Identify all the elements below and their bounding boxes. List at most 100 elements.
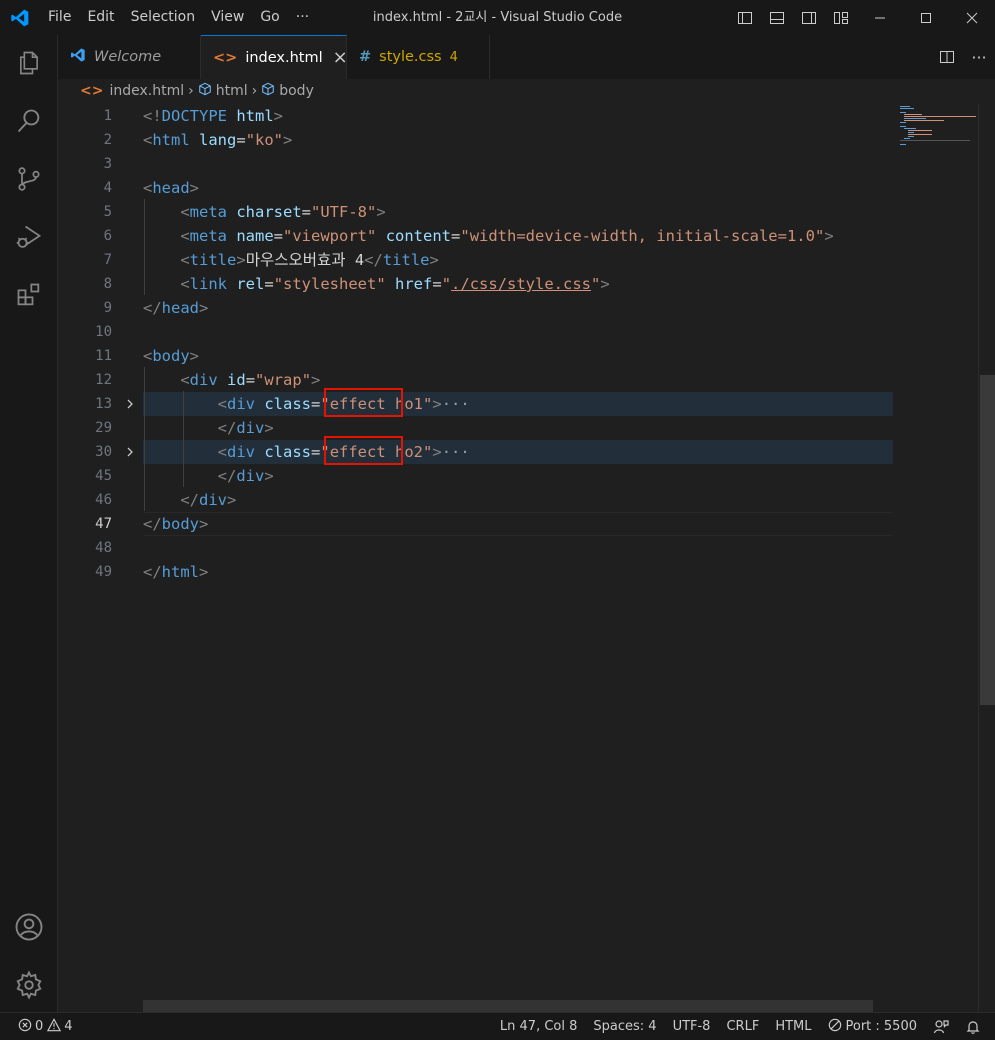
breadcrumb-file[interactable]: index.html <box>109 83 184 99</box>
accounts-icon[interactable] <box>0 903 58 951</box>
manage-gear-icon[interactable] <box>0 961 58 1009</box>
source-control-icon[interactable] <box>0 155 58 203</box>
chevron-right-icon: › <box>251 83 258 99</box>
code-line[interactable]: <div class="effect ho1">··· <box>143 392 470 416</box>
code-area[interactable]: <!DOCTYPE html> <html lang="ko"> <head> <m… <box>143 103 893 1012</box>
line-number: 48 <box>95 540 112 556</box>
breadcrumb-html[interactable]: html <box>216 83 248 99</box>
menu-edit[interactable]: Edit <box>79 0 122 35</box>
code-editor[interactable]: 1 2 3 4 5 6 7 8 9 10 11 12 13 29 30 45 46 47 48 49 <!DOCTYP… <box>58 103 995 1012</box>
code-line[interactable]: <link rel="stylesheet" href="./css/style… <box>143 272 609 296</box>
fold-chevron-right-icon[interactable] <box>122 392 138 416</box>
split-editor-icon[interactable] <box>931 40 963 75</box>
menu-selection[interactable]: Selection <box>123 0 204 35</box>
run-debug-icon[interactable] <box>0 213 58 261</box>
error-icon <box>18 1018 32 1036</box>
tab-label: style.css <box>379 49 442 65</box>
customize-layout-icon[interactable] <box>825 0 857 35</box>
line-number: 6 <box>103 228 112 244</box>
annotation-box <box>324 388 403 417</box>
tab-label: Welcome <box>94 49 162 65</box>
title-bar: File Edit Selection View Go ··· index.ht… <box>0 0 995 35</box>
close-window-icon[interactable] <box>949 0 995 35</box>
line-number: 4 <box>103 180 112 196</box>
line-number: 3 <box>103 156 112 172</box>
code-line[interactable]: </head> <box>143 296 208 320</box>
code-line[interactable]: <div class="effect ho2">··· <box>143 440 470 464</box>
code-line[interactable]: <meta charset="UTF-8"> <box>143 200 385 224</box>
line-number: 47 <box>95 516 112 532</box>
cube-icon <box>261 82 275 100</box>
language-mode[interactable]: HTML <box>767 1019 819 1034</box>
line-number: 7 <box>103 252 112 268</box>
menu-view[interactable]: View <box>203 0 252 35</box>
code-line[interactable]: </div> <box>143 488 236 512</box>
line-number: 2 <box>103 132 112 148</box>
live-server-port[interactable]: Port : 5500 <box>820 1018 926 1036</box>
more-actions-icon[interactable]: ··· <box>963 40 995 75</box>
tab-style-css[interactable]: # style.css 4 <box>347 35 490 79</box>
code-line[interactable]: </html> <box>143 560 208 584</box>
menu-bar: File Edit Selection View Go ··· <box>40 0 317 35</box>
problem-count-badge: 4 <box>449 49 458 65</box>
code-line[interactable]: </div> <box>143 464 274 488</box>
current-line-indicator <box>143 512 893 536</box>
menu-more[interactable]: ··· <box>288 0 317 35</box>
line-number: 49 <box>95 564 112 580</box>
warning-count: 4 <box>64 1019 73 1034</box>
code-line[interactable]: <title>마우스오버효과 4</title> <box>143 248 439 272</box>
menu-go[interactable]: Go <box>252 0 287 35</box>
code-line[interactable]: <head> <box>143 176 199 200</box>
close-icon[interactable]: × <box>333 47 348 68</box>
tab-index-html[interactable]: <> index.html × <box>201 35 348 79</box>
cube-icon <box>198 82 212 100</box>
toggle-primary-sidebar-icon[interactable] <box>729 0 761 35</box>
fold-chevron-right-icon[interactable] <box>122 440 138 464</box>
activity-bar <box>0 35 58 1012</box>
tab-welcome[interactable]: Welcome <box>58 35 201 79</box>
line-number: 8 <box>103 276 112 292</box>
encoding[interactable]: UTF-8 <box>665 1019 719 1034</box>
search-icon[interactable] <box>0 97 58 145</box>
minimap[interactable] <box>898 103 978 1012</box>
maximize-icon[interactable] <box>903 0 949 35</box>
breadcrumb-body[interactable]: body <box>279 83 314 99</box>
extensions-icon[interactable] <box>0 271 58 319</box>
problems-indicator[interactable]: 0 4 <box>0 1017 73 1036</box>
minimize-icon[interactable] <box>857 0 903 35</box>
notifications-bell-icon[interactable] <box>957 1019 995 1035</box>
prohibited-icon <box>828 1018 842 1036</box>
vertical-scrollbar[interactable] <box>978 103 995 1012</box>
end-of-line[interactable]: CRLF <box>718 1019 767 1034</box>
tab-label: index.html <box>245 49 323 66</box>
code-line[interactable]: <!DOCTYPE html> <box>143 104 283 128</box>
scrollbar-thumb[interactable] <box>980 375 995 705</box>
line-number: 12 <box>95 372 112 388</box>
code-line[interactable]: </div> <box>143 416 274 440</box>
css-file-icon: # <box>359 49 372 65</box>
feedback-icon[interactable] <box>925 1019 957 1035</box>
line-number: 30 <box>95 444 112 460</box>
chevron-right-icon: › <box>188 83 194 99</box>
indentation[interactable]: Spaces: 4 <box>585 1019 664 1034</box>
code-line[interactable]: <html lang="ko"> <box>143 128 292 152</box>
error-count: 0 <box>35 1019 44 1034</box>
toggle-secondary-sidebar-icon[interactable] <box>793 0 825 35</box>
port-label: Port : 5500 <box>845 1019 918 1034</box>
html-file-icon: <> <box>213 49 238 66</box>
explorer-icon[interactable] <box>0 39 58 87</box>
toggle-panel-icon[interactable] <box>761 0 793 35</box>
line-number: 5 <box>103 204 112 220</box>
line-number: 11 <box>95 348 112 364</box>
menu-file[interactable]: File <box>40 0 79 35</box>
code-line[interactable]: <meta name="viewport" content="width=dev… <box>143 224 833 248</box>
vscode-logo-icon[interactable] <box>0 0 40 35</box>
cursor-position[interactable]: Ln 47, Col 8 <box>492 1019 585 1034</box>
code-line[interactable]: <body> <box>143 344 199 368</box>
line-number: 9 <box>103 300 112 316</box>
code-line[interactable]: </body> <box>143 512 208 536</box>
horizontal-scrollbar[interactable] <box>143 1000 873 1012</box>
code-line[interactable]: <div id="wrap"> <box>143 368 320 392</box>
line-number-gutter: 1 2 3 4 5 6 7 8 9 10 11 12 13 29 30 45 46 47 48 49 <box>58 103 143 1012</box>
html-file-icon: <> <box>80 83 104 99</box>
